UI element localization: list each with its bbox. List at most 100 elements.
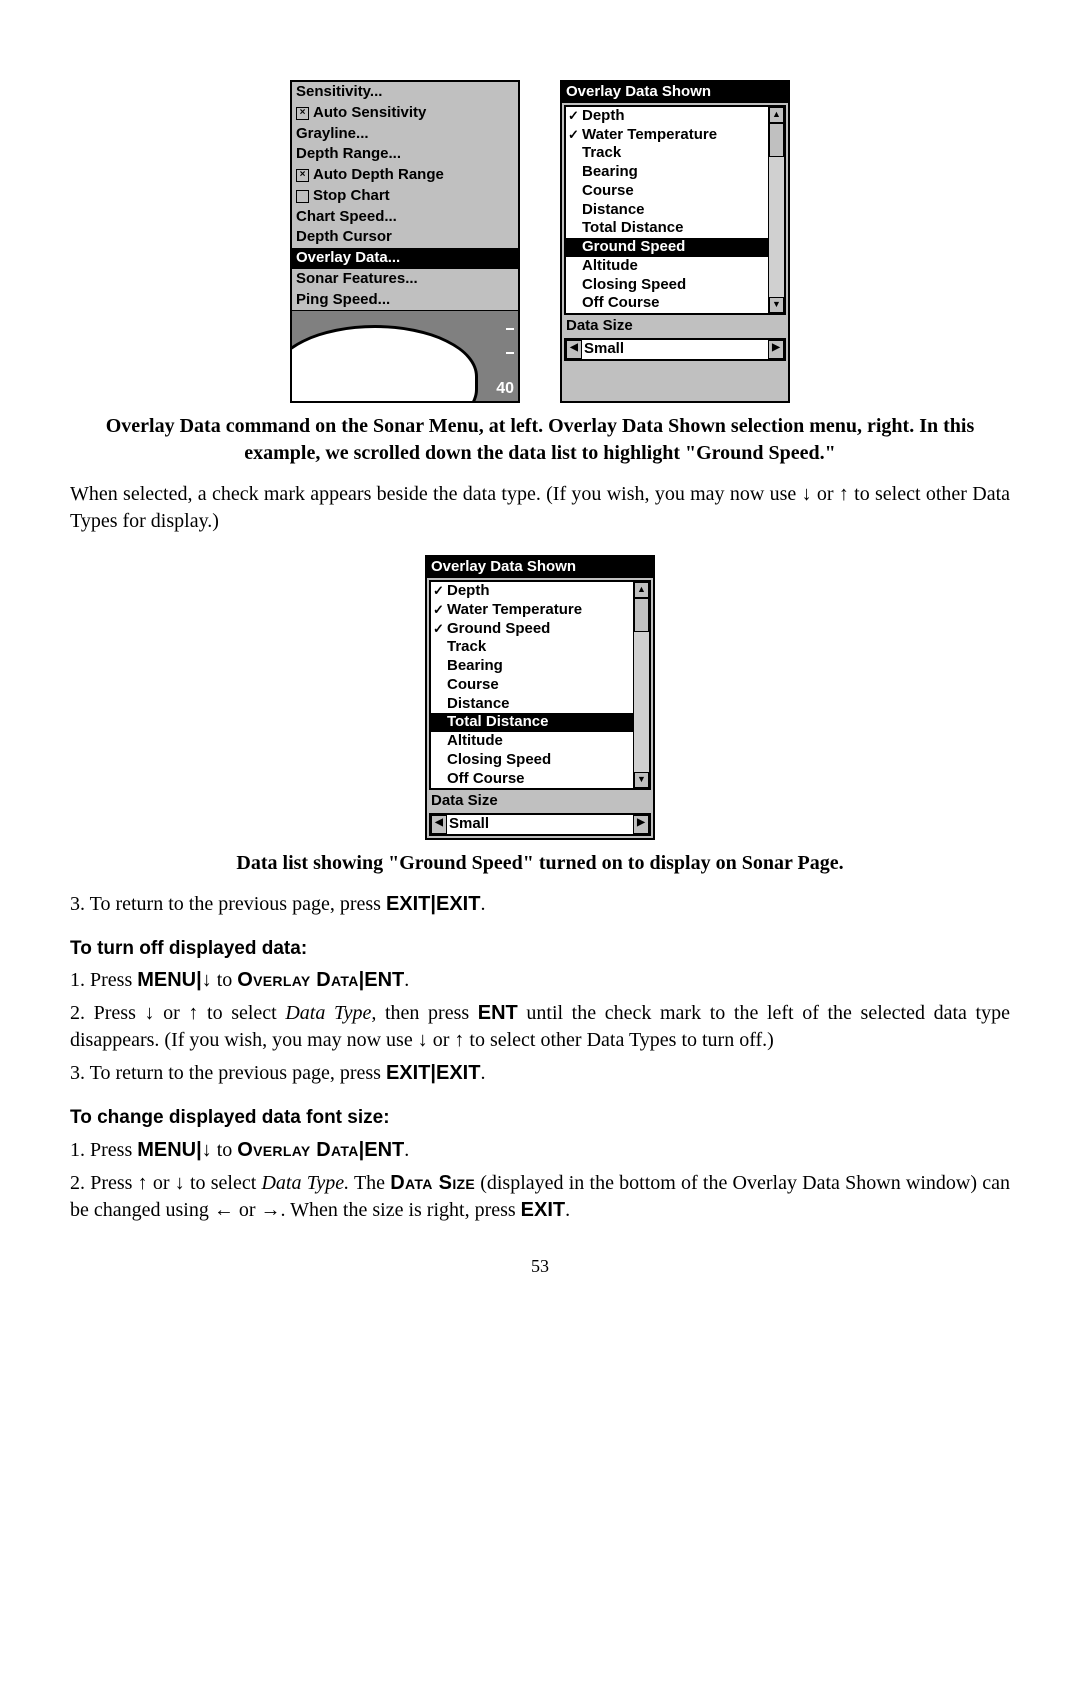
menu-item[interactable]: Chart Speed...: [292, 207, 518, 228]
list-item-label: Water Temperature: [582, 126, 717, 145]
list-item[interactable]: Off Course: [566, 294, 768, 313]
data-size-selector-2[interactable]: ◀ Small ▶: [429, 813, 651, 836]
list-item[interactable]: ✓Depth: [431, 582, 633, 601]
list-item[interactable]: Distance: [566, 201, 768, 220]
menu-item-label: Overlay Data...: [296, 249, 400, 268]
list-item[interactable]: ✓Water Temperature: [566, 126, 768, 145]
list-item[interactable]: Closing Speed: [566, 276, 768, 295]
list-item[interactable]: ✓Water Temperature: [431, 601, 633, 620]
menu-item[interactable]: Depth Range...: [292, 144, 518, 165]
ods-title: Overlay Data Shown: [562, 82, 788, 103]
menu-item[interactable]: Grayline...: [292, 124, 518, 145]
menu-item[interactable]: ×Auto Depth Range: [292, 165, 518, 186]
list-item-label: Closing Speed: [447, 751, 551, 770]
list-item-label: Ground Speed: [582, 238, 685, 257]
figure-1: Sensitivity... × Auto Sensitivity Grayline.…: [70, 80, 1010, 403]
menu-item[interactable]: Sensitivity...: [292, 82, 518, 103]
sonar-menu-panel: Sensitivity... × Auto Sensitivity Grayline.…: [290, 80, 520, 403]
menu-item[interactable]: Stop Chart: [292, 186, 518, 207]
list-item-label: Water Temperature: [447, 601, 582, 620]
checkbox-icon: ×: [296, 107, 309, 120]
figure-2: Overlay Data Shown ✓Depth✓Water Temperat…: [70, 555, 1010, 840]
list-item-label: Bearing: [447, 657, 503, 676]
check-icon: ✓: [568, 108, 580, 124]
scroll-down-button[interactable]: ▼: [769, 297, 784, 313]
figure-2-caption: Data list showing "Ground Speed" turned …: [70, 850, 1010, 877]
list-item[interactable]: ✓Depth: [566, 107, 768, 126]
menu-item[interactable]: Depth Cursor: [292, 227, 518, 248]
list-item[interactable]: Altitude: [431, 732, 633, 751]
checkbox-icon: [296, 190, 309, 203]
list-item[interactable]: Track: [566, 144, 768, 163]
scrollbar[interactable]: ▲ ▼: [768, 107, 784, 313]
list-item[interactable]: Total Distance: [566, 219, 768, 238]
menu-item[interactable]: × Auto Sensitivity: [292, 103, 518, 124]
list-item[interactable]: Course: [431, 676, 633, 695]
size-right-button[interactable]: ▶: [633, 815, 649, 834]
data-size-value-2: Small: [447, 815, 633, 834]
list-item-label: Track: [582, 144, 621, 163]
list-item[interactable]: Altitude: [566, 257, 768, 276]
turn-off-step-1: 1. Press MENU|↓ to Overlay Data|ENT.: [70, 967, 1010, 994]
font-size-step-1: 1. Press MENU|↓ to Overlay Data|ENT.: [70, 1137, 1010, 1164]
size-left-button[interactable]: ◀: [566, 340, 582, 359]
down-arrow-icon: ↓: [802, 483, 812, 505]
turn-off-step-2: 2. Press ↓ or ↑ to select Data Type, the…: [70, 1000, 1010, 1054]
menu-item-label: Sensitivity...: [296, 83, 382, 102]
font-size-step-2: 2. Press ↑ or ↓ to select Data Type. The…: [70, 1170, 1010, 1224]
sonar-preview: 40: [292, 310, 518, 401]
ods-list-2[interactable]: ✓Depth✓Water Temperature✓Ground SpeedTra…: [431, 582, 633, 788]
list-item[interactable]: Ground Speed: [566, 238, 768, 257]
list-item-label: Course: [447, 676, 499, 695]
data-size-value: Small: [582, 340, 768, 359]
list-item-label: Depth: [582, 107, 625, 126]
menu-item-label: Grayline...: [296, 125, 369, 144]
check-icon: ✓: [433, 583, 445, 599]
menu-item-label: Depth Range...: [296, 145, 401, 164]
list-item[interactable]: Total Distance: [431, 713, 633, 732]
list-item-label: Off Course: [447, 770, 525, 789]
menu-item-label: Auto Depth Range: [313, 166, 444, 185]
list-item-label: Track: [447, 638, 486, 657]
menu-item-label: Auto Sensitivity: [313, 104, 426, 123]
list-item-label: Distance: [582, 201, 645, 220]
scrollbar-2[interactable]: ▲ ▼: [633, 582, 649, 788]
ods-title-2: Overlay Data Shown: [427, 557, 653, 578]
list-item[interactable]: Off Course: [431, 770, 633, 789]
scroll-up-button[interactable]: ▲: [634, 582, 649, 598]
list-item-label: Total Distance: [447, 713, 548, 732]
list-item-label: Total Distance: [582, 219, 683, 238]
data-size-selector[interactable]: ◀ Small ▶: [564, 338, 786, 361]
menu-item[interactable]: Ping Speed...: [292, 290, 518, 311]
list-item-label: Course: [582, 182, 634, 201]
menu-item[interactable]: Overlay Data...: [292, 248, 518, 269]
check-icon: ✓: [433, 621, 445, 637]
heading-turn-off: To turn off displayed data:: [70, 936, 1010, 962]
list-item-label: Distance: [447, 695, 510, 714]
data-size-label-2: Data Size: [427, 792, 653, 811]
ods-list[interactable]: ✓Depth✓Water TemperatureTrackBearingCour…: [566, 107, 768, 313]
scroll-down-button[interactable]: ▼: [634, 772, 649, 788]
figure-1-caption: Overlay Data command on the Sonar Menu, …: [70, 413, 1010, 467]
list-item-label: Ground Speed: [447, 620, 550, 639]
list-item[interactable]: Bearing: [566, 163, 768, 182]
menu-item-label: Stop Chart: [313, 187, 390, 206]
list-item-label: Off Course: [582, 294, 660, 313]
paragraph-1: When selected, a check mark appears besi…: [70, 481, 1010, 535]
list-item[interactable]: Course: [566, 182, 768, 201]
list-item[interactable]: ✓Ground Speed: [431, 620, 633, 639]
menu-item[interactable]: Sonar Features...: [292, 269, 518, 290]
up-arrow-icon: ↑: [839, 483, 849, 505]
size-right-button[interactable]: ▶: [768, 340, 784, 359]
size-left-button[interactable]: ◀: [431, 815, 447, 834]
menu-item-label: Depth Cursor: [296, 228, 392, 247]
list-item[interactable]: Closing Speed: [431, 751, 633, 770]
check-icon: ✓: [568, 127, 580, 143]
list-item[interactable]: Distance: [431, 695, 633, 714]
scroll-up-button[interactable]: ▲: [769, 107, 784, 123]
list-item[interactable]: Track: [431, 638, 633, 657]
data-size-label: Data Size: [562, 317, 788, 336]
list-item-label: Altitude: [447, 732, 503, 751]
list-item[interactable]: Bearing: [431, 657, 633, 676]
depth-value: 40: [496, 379, 514, 399]
